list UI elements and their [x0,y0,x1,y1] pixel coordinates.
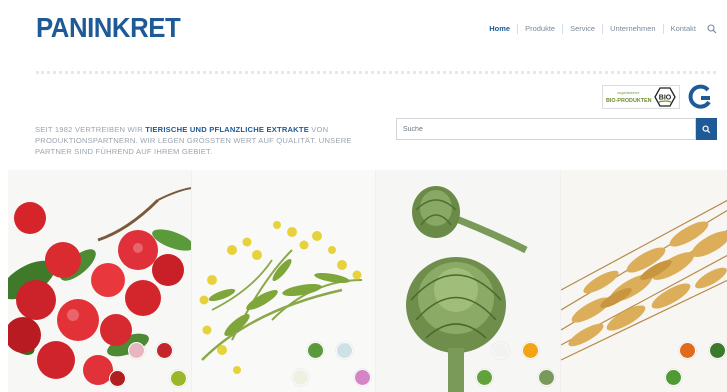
artichokes-image [376,170,560,392]
search-input[interactable] [397,119,693,139]
nav-item-produkte[interactable]: Produkte [518,24,564,34]
search-icon [702,124,711,133]
category-thumb-berry[interactable] [156,342,173,359]
tile-wheat[interactable] [560,170,727,392]
site-logo[interactable]: PANINKRET [36,12,181,44]
header-divider [36,71,716,74]
search-icon[interactable] [707,24,717,34]
category-thumb-red-flower[interactable] [109,370,126,387]
logo-text: PANINKRET [36,12,181,43]
nav-item-kontakt[interactable]: Kontakt [664,24,703,34]
category-thumb-orange-flower[interactable] [678,342,696,359]
quality-certification-icon [688,84,711,109]
search-field-container [396,118,696,140]
tile-acerola[interactable] [8,170,193,392]
category-thumb-blossom[interactable] [128,342,145,359]
wheat-ears-image [560,170,727,392]
nav-item-home[interactable]: Home [482,24,519,34]
bio-seal-icon: BIO [654,87,676,107]
intro-highlight: TIERISCHE UND PFLANZLICHE EXTRAKTE [145,124,309,134]
intro-text: SEIT 1982 VERTREIBEN WIR TIERISCHE UND P… [35,124,365,157]
category-thumb-dark-leaf[interactable] [708,342,726,359]
category-thumb-leaf[interactable] [170,370,187,387]
product-category-tiles [8,170,727,392]
bio-badge-subtext: zugelassene [617,90,640,95]
tile-artichoke[interactable] [376,170,561,392]
main-nav: Home Produkte Service Unternehmen Kontak… [482,24,717,34]
nav-item-unternehmen[interactable]: Unternehmen [603,24,664,34]
intro-text-part1: SEIT 1982 VERTREIBEN WIR [35,124,146,134]
tansy-herb-image [192,170,376,392]
search-button[interactable] [696,118,717,140]
certification-badges: zugelassene BIO-PRODUKTEN BIO [602,84,714,110]
site-header: PANINKRET Home Produkte Service Unterneh… [0,0,727,62]
bio-certification-badge: zugelassene BIO-PRODUKTEN BIO [602,85,680,109]
bio-badge-label: BIO-PRODUKTEN [606,98,652,104]
nav-item-service[interactable]: Service [563,24,604,34]
category-thumb-grass[interactable] [664,369,682,386]
tile-tansy[interactable] [192,170,377,392]
